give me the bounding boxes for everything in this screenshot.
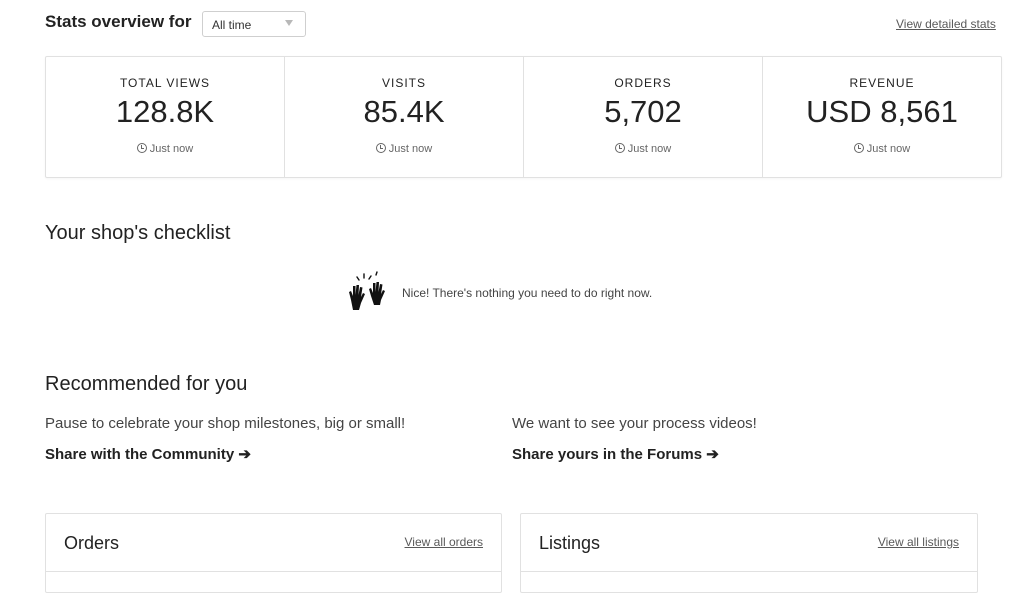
stats-panel: TOTAL VIEWS 128.8K Just now VISITS 85.4K…	[45, 56, 1002, 178]
listings-card: Listings View all listings	[520, 513, 978, 593]
checklist-title: Your shop's checklist	[45, 222, 231, 244]
stat-updated-text: Just now	[866, 143, 911, 155]
stat-label: TOTAL VIEWS	[119, 76, 211, 90]
stat-label: ORDERS	[614, 76, 672, 90]
stat-updated: Just now	[285, 143, 523, 155]
stat-updated-text: Just now	[388, 143, 433, 155]
stat-value: USD 8,561	[806, 94, 958, 129]
clock-icon	[136, 143, 147, 153]
stat-visits[interactable]: VISITS 85.4K Just now	[285, 57, 524, 177]
recommendation-text: We want to see your process videos!	[512, 415, 757, 432]
stat-label: VISITS	[381, 76, 426, 90]
clapping-hands-icon	[349, 271, 385, 310]
stat-value: 5,702	[604, 94, 682, 129]
divider	[521, 571, 977, 572]
stat-updated: Just now	[763, 143, 1001, 155]
clock-icon	[614, 143, 625, 153]
checklist-message: Nice! There's nothing you need to do rig…	[402, 286, 653, 300]
stat-revenue[interactable]: REVENUE USD 8,561 Just now	[763, 57, 1001, 177]
view-detailed-stats-link[interactable]: View detailed stats	[896, 17, 996, 31]
time-range-value: All time	[212, 18, 252, 32]
stat-updated-text: Just now	[627, 143, 672, 155]
view-all-orders-link[interactable]: View all orders	[405, 535, 483, 549]
share-forums-link[interactable]: Share yours in the Forums ➔	[512, 445, 719, 463]
clock-icon	[853, 143, 864, 153]
stat-label: REVENUE	[849, 76, 915, 90]
share-community-link[interactable]: Share with the Community ➔	[45, 445, 251, 463]
stat-orders[interactable]: ORDERS 5,702 Just now	[524, 57, 763, 177]
listings-card-title: Listings	[539, 533, 601, 553]
stats-overview-title: Stats overview for	[45, 12, 192, 31]
stat-total-views[interactable]: TOTAL VIEWS 128.8K Just now	[46, 57, 285, 177]
view-all-listings-link[interactable]: View all listings	[878, 535, 959, 549]
recommendation-text: Pause to celebrate your shop milestones,…	[45, 415, 406, 432]
recommended-title: Recommended for you	[45, 373, 248, 395]
clock-icon	[375, 143, 386, 153]
stat-updated-text: Just now	[149, 143, 194, 155]
chevron-down-icon	[285, 20, 293, 26]
orders-card: Orders View all orders	[45, 513, 502, 593]
stat-updated: Just now	[46, 143, 284, 155]
stat-value: 85.4K	[363, 94, 445, 129]
stat-updated: Just now	[524, 143, 762, 155]
time-range-select[interactable]: All time	[202, 11, 306, 37]
stat-value: 128.8K	[115, 94, 215, 129]
orders-card-title: Orders	[64, 533, 120, 553]
divider	[46, 571, 501, 572]
